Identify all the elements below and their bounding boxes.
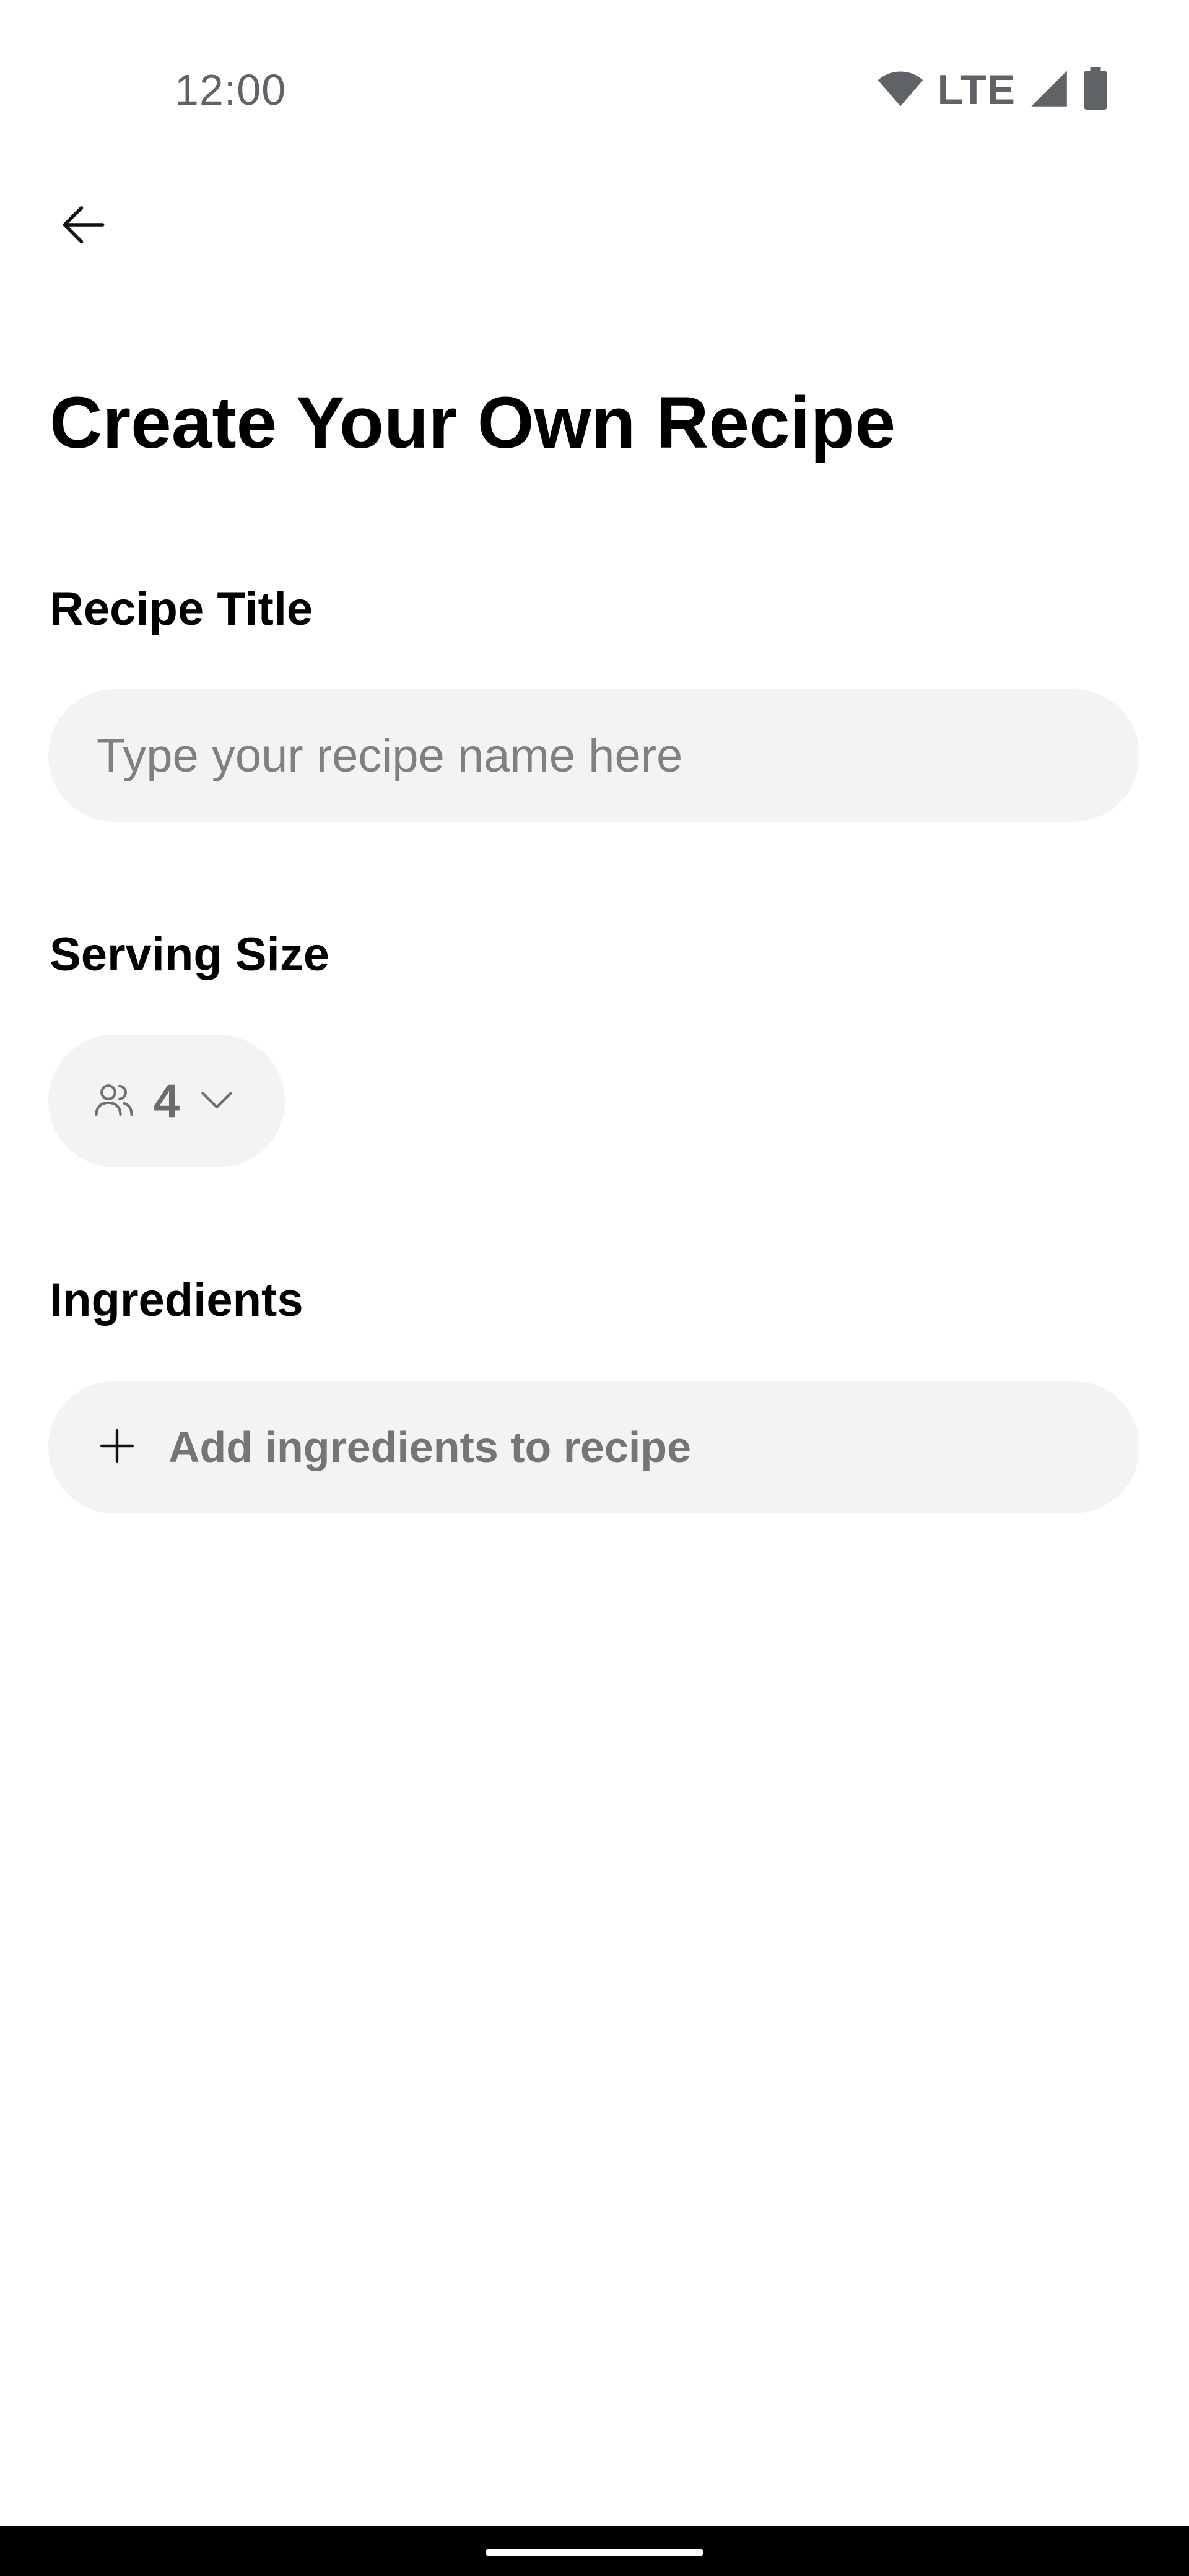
status-icons: LTE (877, 66, 1108, 113)
serving-size-label: Serving Size (50, 928, 329, 981)
back-button[interactable] (43, 186, 124, 266)
home-indicator[interactable] (486, 2549, 703, 2556)
ingredients-label: Ingredients (50, 1274, 303, 1326)
cell-signal-icon (1029, 69, 1069, 111)
add-ingredients-label: Add ingredients to recipe (168, 1423, 691, 1471)
navigation-bar (0, 2526, 1189, 2576)
people-icon (92, 1077, 136, 1125)
add-ingredients-button[interactable]: Add ingredients to recipe (48, 1381, 1139, 1513)
serving-size-value: 4 (154, 1074, 180, 1128)
plus-icon (97, 1425, 137, 1469)
recipe-title-input[interactable] (48, 689, 1139, 822)
recipe-title-label: Recipe Title (50, 583, 313, 635)
battery-icon (1082, 67, 1108, 113)
wifi-icon (877, 70, 924, 110)
arrow-left-icon (58, 199, 109, 253)
status-time: 12:00 (175, 66, 287, 114)
page-title: Create Your Own Recipe (50, 382, 896, 464)
network-type: LTE (937, 66, 1016, 113)
status-bar: 12:00 LTE (0, 0, 1189, 180)
serving-size-dropdown[interactable]: 4 (48, 1035, 285, 1167)
chevron-down-icon (197, 1080, 237, 1123)
